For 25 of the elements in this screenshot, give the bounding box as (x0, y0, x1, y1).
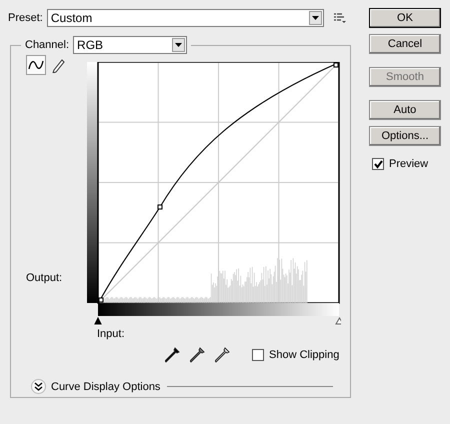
curve-tool-button[interactable] (26, 55, 46, 75)
dialog-button[interactable]: OK (369, 8, 441, 28)
dialog-button[interactable]: Cancel (369, 34, 441, 54)
checkmark-icon (374, 160, 382, 168)
expand-button[interactable] (31, 379, 46, 394)
show-clipping-checkbox[interactable]: Show Clipping (252, 349, 340, 361)
dropdown-arrow-icon (175, 43, 182, 47)
dialog-button[interactable]: Options... (369, 126, 441, 146)
eyedropper-icon[interactable] (165, 347, 180, 363)
curve-display-options-label: Curve Display Options (51, 380, 160, 392)
eyedropper-icon[interactable] (215, 347, 230, 363)
input-slider-handle[interactable] (335, 317, 341, 324)
input-label: Input: (97, 328, 125, 340)
output-label: Output: (26, 272, 64, 284)
chevron-icon (34, 382, 43, 391)
preset-label: Preset: (8, 12, 43, 24)
channel-dropdown[interactable]: RGB (73, 36, 188, 54)
dropdown-arrow-icon (312, 16, 319, 20)
preset-menu-icon[interactable] (334, 13, 346, 23)
channel-label: Channel: (25, 39, 70, 51)
preview-checkbox[interactable]: Preview (372, 158, 441, 170)
input-slider-handle[interactable] (94, 316, 102, 324)
dialog-button[interactable]: Auto (369, 100, 441, 120)
eyedropper-icon[interactable] (190, 347, 205, 363)
preset-dropdown[interactable]: Custom (46, 9, 324, 27)
